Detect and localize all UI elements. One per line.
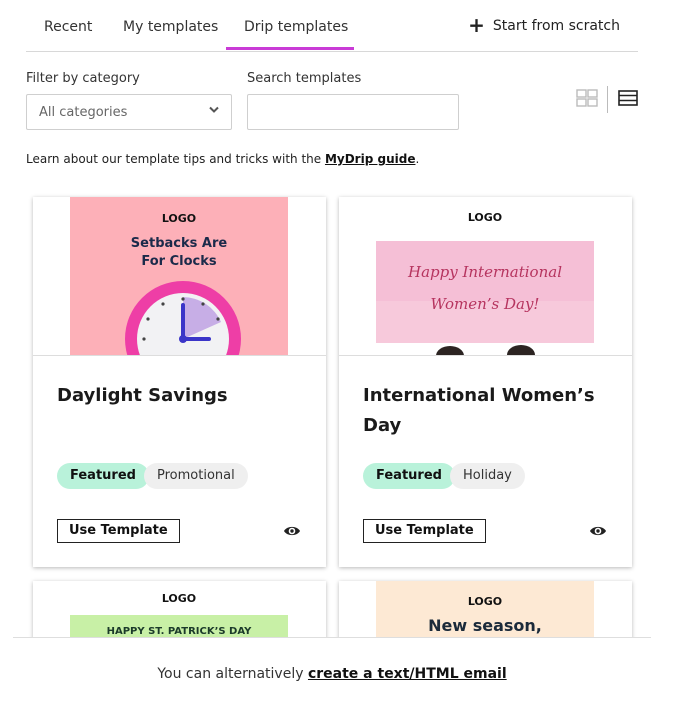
- thumb-logo: LOGO: [162, 592, 196, 605]
- search-input[interactable]: [247, 94, 459, 130]
- search-label: Search templates: [247, 71, 362, 86]
- info-suffix: .: [415, 152, 420, 166]
- thumb-script-line1: Happy International: [407, 263, 562, 281]
- start-from-scratch-label: Start from scratch: [492, 18, 620, 34]
- thumb-logo: LOGO: [468, 211, 502, 224]
- mydrip-guide-link[interactable]: MyDrip guide: [325, 152, 416, 166]
- thumb-script-line2: Women’s Day!: [431, 295, 540, 313]
- start-from-scratch-button[interactable]: + Start from scratch: [468, 13, 620, 37]
- featured-tag: Featured: [363, 463, 455, 489]
- category-tag: Holiday: [450, 463, 525, 489]
- template-tabs: Recent My templates Drip templates + Sta…: [26, 0, 638, 52]
- daylight-savings-preview: LOGO Setbacks Are For Clocks: [70, 197, 288, 355]
- thumb-logo: LOGO: [162, 212, 196, 225]
- template-title: Daylight Savings: [57, 385, 228, 406]
- womens-day-preview: LOGO Happy International Women’s Day!: [376, 211, 594, 355]
- view-toggle-divider: [607, 86, 608, 113]
- preview-eye-icon[interactable]: [589, 523, 607, 539]
- thumb-heading-line1: Setbacks Are: [131, 236, 228, 251]
- template-title: International Women’s Day: [363, 385, 595, 436]
- tab-recent[interactable]: Recent: [44, 19, 92, 35]
- category-select[interactable]: All categories: [26, 94, 232, 130]
- tab-my-templates[interactable]: My templates: [123, 19, 218, 35]
- thumb-logo: LOGO: [468, 595, 502, 608]
- alternative-prefix: You can alternatively: [157, 666, 308, 682]
- plus-icon: +: [468, 13, 485, 37]
- alternative-email-bar: You can alternatively create a text/HTML…: [13, 637, 651, 715]
- active-tab-indicator: [226, 47, 354, 50]
- thumb-heading: New season,: [428, 616, 542, 635]
- st-patricks-preview: LOGO HAPPY ST. PATRICK’S DAY: [70, 592, 288, 641]
- category-select-value: All categories: [39, 105, 128, 120]
- featured-tag: Featured: [57, 463, 149, 489]
- tab-drip-templates[interactable]: Drip templates: [244, 19, 348, 35]
- alternative-email-text: You can alternatively create a text/HTML…: [13, 666, 651, 682]
- thumb-banner: HAPPY ST. PATRICK’S DAY: [107, 626, 253, 637]
- grid-view-icon[interactable]: [576, 89, 598, 107]
- template-thumbnail: LOGO Setbacks Are For Clocks: [33, 197, 326, 356]
- new-season-preview: LOGO New season,: [376, 581, 594, 641]
- category-filter-label: Filter by category: [26, 71, 140, 86]
- use-template-button[interactable]: Use Template: [363, 519, 486, 543]
- use-template-button[interactable]: Use Template: [57, 519, 180, 543]
- list-view-icon[interactable]: [618, 90, 638, 106]
- template-card[interactable]: LOGO Setbacks Are For Clocks Daylight Sa…: [33, 197, 326, 567]
- category-tag: Promotional: [144, 463, 248, 489]
- create-text-html-email-link[interactable]: create a text/HTML email: [308, 666, 507, 682]
- info-prefix: Learn about our template tips and tricks…: [26, 152, 325, 166]
- template-card[interactable]: LOGO Happy International Women’s Day! In…: [339, 197, 632, 567]
- template-thumbnail: LOGO Happy International Women’s Day!: [339, 197, 632, 356]
- chevron-down-icon: [209, 104, 219, 117]
- mydrip-guide-info: Learn about our template tips and tricks…: [26, 152, 419, 166]
- preview-eye-icon[interactable]: [283, 523, 301, 539]
- thumb-heading-line2: For Clocks: [141, 254, 217, 269]
